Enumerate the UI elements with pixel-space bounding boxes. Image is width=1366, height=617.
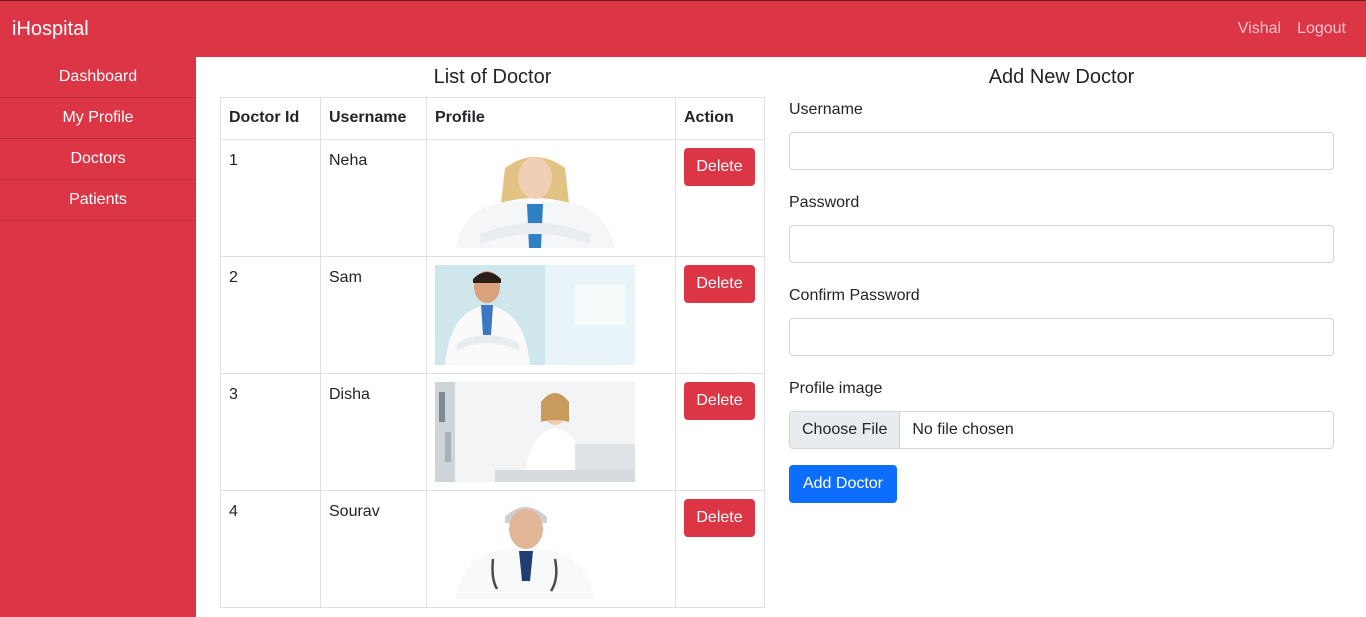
doctors-table: Doctor Id Username Profile Action 1 Neha (220, 97, 765, 608)
doctor-photo (435, 382, 635, 482)
doctor-photo (435, 499, 635, 599)
table-header-row: Doctor Id Username Profile Action (220, 97, 765, 140)
top-navbar: iHospital Vishal Logout (0, 0, 1366, 57)
doctor-photo (435, 265, 635, 365)
profile-cell (426, 373, 676, 491)
sidebar-item-doctors[interactable]: Doctors (0, 139, 196, 180)
sidebar-item-dashboard[interactable]: Dashboard (0, 57, 196, 98)
profile-cell (426, 256, 676, 374)
action-cell: Delete (675, 373, 765, 491)
action-cell: Delete (675, 490, 765, 608)
profile-image-file-input[interactable]: Choose File No file chosen (789, 411, 1334, 449)
column-header-username: Username (320, 97, 427, 140)
column-header-profile: Profile (426, 97, 676, 140)
nav-right: Vishal Logout (1238, 20, 1346, 38)
list-title: List of Doctor (433, 66, 552, 88)
column-header-action: Action (675, 97, 765, 140)
password-input[interactable] (789, 225, 1334, 263)
delete-button[interactable]: Delete (684, 265, 755, 303)
sidebar-item-patients[interactable]: Patients (0, 180, 196, 221)
form-title: Add New Doctor (988, 66, 1135, 88)
table-row: 1 Neha Delete (220, 139, 765, 257)
choose-file-button[interactable]: Choose File (790, 412, 901, 448)
doctor-photo (435, 148, 635, 248)
password-label: Password (789, 194, 860, 211)
profile-cell (426, 139, 676, 257)
doctor-id-cell: 4 (220, 490, 321, 608)
sidebar-item-my-profile[interactable]: My Profile (0, 98, 196, 139)
profile-cell (426, 490, 676, 608)
username-cell: Sam (320, 256, 427, 374)
file-status-text: No file chosen (912, 421, 1014, 438)
add-doctor-form: Username Password Confirm Password Profi… (789, 97, 1334, 503)
brand-logo[interactable]: iHospital (12, 18, 89, 41)
sidebar: Dashboard My Profile Doctors Patients (0, 57, 196, 617)
action-cell: Delete (675, 256, 765, 374)
delete-button[interactable]: Delete (684, 499, 755, 537)
username-label: Username (789, 101, 863, 118)
delete-button[interactable]: Delete (684, 382, 755, 420)
doctor-id-cell: 2 (220, 256, 321, 374)
action-cell: Delete (675, 139, 765, 257)
column-header-doctor-id: Doctor Id (220, 97, 321, 140)
confirm-password-label: Confirm Password (789, 287, 920, 304)
profile-image-label: Profile image (789, 380, 883, 397)
delete-button[interactable]: Delete (684, 148, 755, 186)
username-cell: Disha (320, 373, 427, 491)
table-row: 2 Sam Delete (220, 256, 765, 374)
table-row: 3 Disha Delete (220, 373, 765, 491)
confirm-password-input[interactable] (789, 318, 1334, 356)
username-input[interactable] (789, 132, 1334, 170)
username-cell: Sourav (320, 490, 427, 608)
add-doctor-button[interactable]: Add Doctor (789, 465, 897, 503)
user-link[interactable]: Vishal (1238, 20, 1281, 38)
username-cell: Neha (320, 139, 427, 257)
doctor-id-cell: 1 (220, 139, 321, 257)
logout-link[interactable]: Logout (1297, 20, 1346, 38)
table-row: 4 Sourav Delete (220, 490, 765, 608)
doctor-id-cell: 3 (220, 373, 321, 491)
